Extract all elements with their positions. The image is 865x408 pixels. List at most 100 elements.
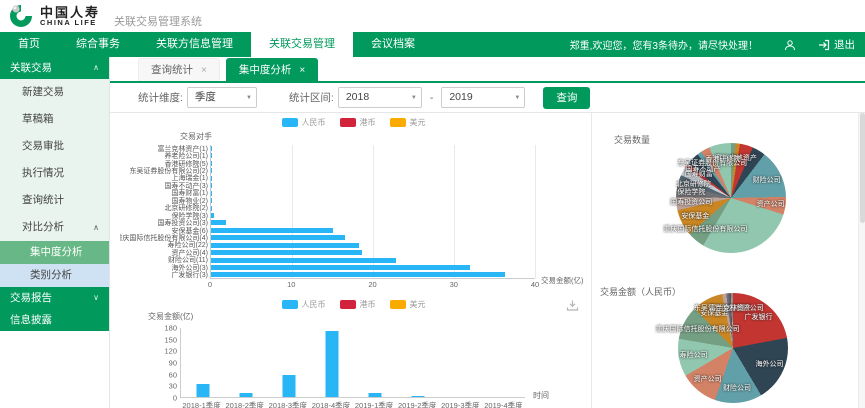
hbar-row: 寿险公司(22) (211, 242, 535, 249)
sidebar-item-3[interactable]: 交易审批 (0, 133, 109, 160)
logout-icon (818, 39, 830, 51)
legend-item[interactable]: 港币 (340, 117, 376, 128)
pie-slice-label: 财险公司 (723, 383, 751, 393)
hbar-row: 国寿投资公司(3) (211, 219, 535, 226)
sidebar-item-5[interactable]: 查询统计 (0, 187, 109, 214)
chevron-down-icon: ▼ (514, 88, 520, 109)
hbar-row: 上海瑞金(1) (211, 175, 535, 182)
hbar-chart-title: 交易对手 (120, 131, 212, 142)
hbar-x-unit: 交易金额(亿) (541, 275, 584, 286)
sidebar-item-8[interactable]: 类别分析 (0, 264, 109, 287)
range-separator: - (430, 92, 434, 104)
nav-item-0[interactable]: 首页 (0, 32, 58, 57)
hbar-row: 养老险公司(1) (211, 152, 535, 159)
sidebar-item-4[interactable]: 执行情况 (0, 160, 109, 187)
vbar-bar (411, 396, 424, 397)
vbar-x-label: 时间 (533, 390, 549, 401)
range-end-select[interactable]: 2019 ▼ (441, 87, 525, 108)
vbar-bar (196, 384, 209, 397)
sidebar-item-label: 执行情况 (22, 160, 64, 187)
vbar-y-tick: 180 (164, 324, 177, 333)
hbar-x-tick: 40 (531, 280, 539, 289)
hbar-row: 重庆国际信托股份有限公司(4) (211, 234, 535, 241)
scrollbar[interactable] (858, 113, 865, 408)
hbar-x-tick: 20 (368, 280, 376, 289)
pie-slice-label: 海外公司 (755, 359, 783, 369)
close-icon[interactable]: × (201, 65, 207, 76)
sidebar-item-1[interactable]: 新建交易 (0, 79, 109, 106)
download-icon[interactable] (566, 299, 579, 317)
vbar-bar (282, 375, 295, 397)
nav-item-4[interactable]: 会议档案 (353, 32, 433, 57)
charts-column: 人民币港币美元 交易对手 富兰克林资产(1)养老险公司(1)香港研修院(5)东吴… (110, 113, 592, 408)
vbar-bar (368, 393, 381, 397)
pie-slice-label: 财险公司 (753, 175, 781, 185)
sidebar: 关联交易∧新建交易草稿箱交易审批执行情况查询统计对比分析∧集中度分析类别分析交易… (0, 57, 110, 408)
legend-swatch (390, 118, 406, 127)
range-start-select[interactable]: 2018 ▼ (338, 87, 422, 108)
legend-item[interactable]: 人民币 (282, 117, 326, 128)
nav-item-1[interactable]: 综合事务 (58, 32, 138, 57)
hbar-bar (211, 243, 359, 248)
currency-legend-2: 人民币 港币 美元 (120, 297, 587, 312)
vbar-y-tick: 30 (169, 382, 177, 391)
legend-swatch (282, 118, 298, 127)
pie-slice-label: 安保基金 (681, 211, 709, 221)
close-icon[interactable]: × (299, 65, 305, 76)
sidebar-item-2[interactable]: 草稿箱 (0, 106, 109, 133)
search-button[interactable]: 查询 (543, 87, 590, 109)
nav-item-3[interactable]: 关联交易管理 (251, 32, 353, 57)
currency-legend: 人民币 港币 美元 (120, 115, 587, 130)
logout-label: 退出 (834, 37, 855, 52)
legend-swatch (340, 118, 356, 127)
dimension-select[interactable]: 季度 ▼ (187, 87, 257, 108)
sidebar-item-6[interactable]: 对比分析∧ (0, 214, 109, 241)
welcome-message: 郑重,欢迎您，您有3条待办，请尽快处理！ (570, 37, 758, 52)
pie-slice-label: 国寿投资公司 (670, 197, 712, 207)
vbar-plot: 时间 0306090120150180 (180, 328, 525, 398)
nav-item-2[interactable]: 关联方信息管理 (138, 32, 251, 57)
china-life-logo-icon (8, 3, 34, 29)
legend-swatch (282, 300, 298, 309)
hbar-bar (211, 220, 226, 225)
hbar-row: 国寿财富(1) (211, 190, 535, 197)
legend-swatch (340, 300, 356, 309)
filter-bar: 统计维度: 季度 ▼ 统计区间: 2018 ▼ - 2019 ▼ 查询 (110, 83, 865, 113)
brand-name-en: CHINA LIFE (40, 19, 100, 27)
sidebar-item-label: 类别分析 (30, 269, 72, 281)
count-pie-chart: 富兰克林资产财险公司资产公司重庆国际信托股份有限公司安保基金国寿投资公司保险学院… (676, 143, 786, 253)
vbar-x-tick: 2018-3季度(42) (269, 401, 307, 408)
quarterly-bar-chart: 人民币港币美元 交易金额(亿) 时间 0306090120150180 2018… (120, 297, 587, 408)
dim-label: 统计维度: (138, 90, 183, 105)
main-nav: 首页综合事务关联方信息管理关联交易管理会议档案 郑重,欢迎您，您有3条待办，请尽… (0, 32, 865, 57)
sidebar-item-7[interactable]: 集中度分析 (0, 241, 109, 264)
scrollbar-thumb[interactable] (860, 113, 865, 223)
range-label: 统计区间: (289, 90, 334, 105)
user-icon[interactable] (784, 39, 796, 51)
pie1-title: 交易数量 (614, 133, 650, 146)
hbar-row: 广发银行(3) (211, 271, 535, 278)
logout-button[interactable]: 退出 (818, 37, 855, 52)
pie-slice-label: 香港研修院 (705, 154, 740, 164)
hbar-bar (211, 272, 505, 277)
amount-pie-chart: 广发银行海外公司财险公司资产公司寿险公司重庆国际信托股份有限公司安保基金东吴证券… (678, 293, 788, 403)
sidebar-item-10[interactable]: 信息披露 (0, 309, 109, 331)
pie-slice-label: 寿险公司 (680, 350, 708, 360)
legend-item[interactable]: 人民币 (282, 299, 326, 310)
range-start-value: 2018 (346, 91, 369, 103)
hbar-bar (211, 176, 212, 181)
tab-0[interactable]: 查询统计× (138, 58, 220, 81)
pie-panel: 交易数量 富兰克林资产财险公司资产公司重庆国际信托股份有限公司安保基金国寿投资公… (592, 113, 865, 408)
sidebar-item-0[interactable]: 关联交易∧ (0, 57, 109, 79)
sidebar-item-9[interactable]: 交易报告∨ (0, 287, 109, 309)
tab-1[interactable]: 集中度分析× (226, 58, 318, 81)
pie-slice-label: 重庆国际信托股份有限公司 (663, 224, 747, 234)
pie-slice-label: 资产公司 (757, 199, 785, 209)
legend-item[interactable]: 美元 (390, 117, 426, 128)
legend-item[interactable]: 港币 (340, 299, 376, 310)
hbar-category-label: 广发银行(3) (120, 270, 208, 280)
vbar-x-tick: 2019-2季度(5) (398, 401, 436, 408)
vbar-x-tick: 2018-1季度(8) (182, 401, 220, 408)
legend-item[interactable]: 美元 (390, 299, 426, 310)
hbar-row: 国寿物业(2) (211, 197, 535, 204)
